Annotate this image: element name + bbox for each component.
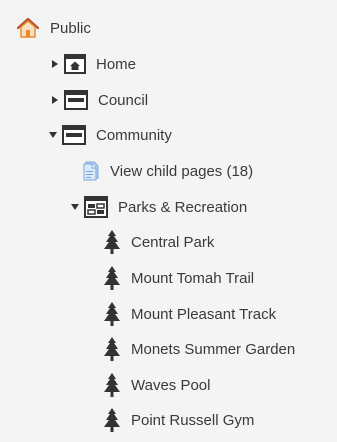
collapse-caret-icon[interactable] (48, 130, 58, 140)
tree-icon (104, 302, 120, 326)
tree-icon (104, 337, 120, 361)
tree-root-label: Public (50, 19, 91, 37)
expand-caret-icon[interactable] (50, 59, 60, 69)
page-tree: Public Home Council Community View child… (0, 0, 337, 442)
tree-item-label: Council (98, 91, 149, 109)
house-icon (16, 16, 40, 40)
tree-item-parks-recreation[interactable]: Parks & Recreation (70, 193, 247, 221)
child-pages-icon (82, 161, 100, 181)
tree-item-central-park[interactable]: Central Park (104, 228, 214, 256)
tree-item-home[interactable]: Home (50, 50, 136, 78)
tree-icon (104, 266, 120, 290)
tree-item-community[interactable]: Community (48, 121, 172, 149)
tree-item-monets-summer-garden[interactable]: Monets Summer Garden (104, 335, 295, 363)
tree-item-label: Point Russell Gym (131, 411, 255, 429)
home-page-icon (64, 54, 86, 74)
tree-item-label: Parks & Recreation (118, 198, 248, 216)
tree-icon (104, 408, 120, 432)
tree-icon (104, 373, 120, 397)
tree-item-mount-tomah-trail[interactable]: Mount Tomah Trail (104, 264, 254, 292)
tree-item-label: Central Park (131, 233, 215, 251)
view-child-pages-label: View child pages (18) (110, 162, 254, 180)
view-child-pages-link[interactable]: View child pages (18) (82, 157, 253, 185)
tree-item-label: Community (96, 126, 172, 144)
section-page-icon (84, 196, 108, 218)
tree-item-waves-pool[interactable]: Waves Pool (104, 371, 210, 399)
expand-caret-icon[interactable] (50, 95, 60, 105)
tree-item-label: Mount Pleasant Track (131, 305, 277, 323)
tree-root-public[interactable]: Public (16, 14, 91, 42)
page-icon (64, 90, 88, 110)
tree-item-council[interactable]: Council (50, 86, 148, 114)
tree-icon (104, 230, 120, 254)
tree-item-mount-pleasant-track[interactable]: Mount Pleasant Track (104, 300, 276, 328)
page-icon (62, 125, 86, 145)
tree-item-label: Monets Summer Garden (131, 340, 296, 358)
tree-item-point-russell-gym[interactable]: Point Russell Gym (104, 406, 254, 434)
tree-item-label: Home (96, 55, 137, 73)
tree-item-label: Waves Pool (131, 376, 211, 394)
collapse-caret-icon[interactable] (70, 202, 80, 212)
tree-item-label: Mount Tomah Trail (131, 269, 255, 287)
